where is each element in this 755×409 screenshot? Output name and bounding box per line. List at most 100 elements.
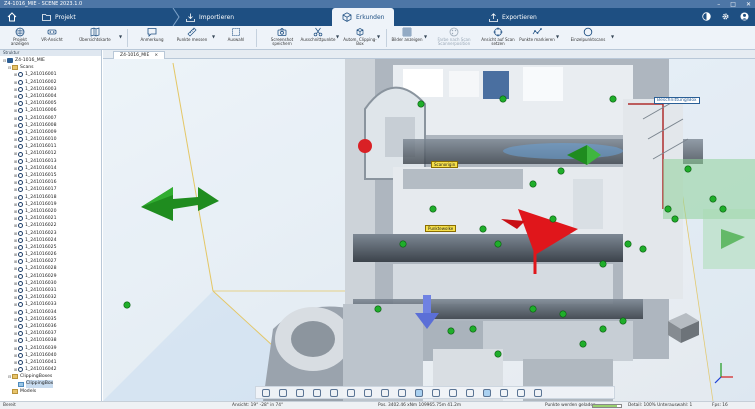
mark-points-button[interactable]: Punkte markieren xyxy=(519,27,555,49)
minimize-button[interactable]: – xyxy=(717,1,720,8)
scan-position-dot[interactable] xyxy=(639,245,647,253)
color-by-scan-button[interactable]: Farbe nach Scan Scannerposition xyxy=(432,27,476,49)
tree-item-scan[interactable]: ⊞ 1_241016003 xyxy=(2,86,101,93)
scan-position-dot[interactable] xyxy=(619,317,627,325)
tree-item-scan[interactable]: ⊞ 1_241016016 xyxy=(2,179,101,186)
navigation-mode-icon[interactable] xyxy=(262,388,270,397)
tree-item-scan[interactable]: ⊞ 1_241016036 xyxy=(2,323,101,330)
layers-icon[interactable] xyxy=(466,388,474,397)
tree-item-scan[interactable]: ⊞ 1_241016002 xyxy=(2,79,101,86)
clipping-toggle-icon[interactable] xyxy=(432,388,440,397)
zoom-icon[interactable] xyxy=(296,388,304,397)
theme-icon[interactable] xyxy=(702,12,711,21)
tree-item-clippingboxes[interactable]: ⊟ ClippingBoxes xyxy=(2,373,101,380)
scan-position-dot[interactable] xyxy=(123,301,131,309)
walk-mode-icon[interactable] xyxy=(279,388,287,397)
scan-position-dot[interactable] xyxy=(494,350,502,358)
rotate-icon[interactable] xyxy=(330,388,338,397)
close-window-button[interactable]: ✕ xyxy=(746,1,751,8)
tree-item-models[interactable]: Models xyxy=(2,388,101,395)
scan-position-dot[interactable] xyxy=(429,205,437,213)
tree-item-scan[interactable]: ⊞ 1_241016040 xyxy=(2,352,101,359)
tree-item-scan[interactable]: ⊞ 1_241016004 xyxy=(2,93,101,100)
chevron-down-icon[interactable]: ▼ xyxy=(424,34,427,39)
home-icon[interactable] xyxy=(6,11,18,23)
tree-item-scan[interactable]: ⊞ 1_241016005 xyxy=(2,100,101,107)
scan-position-dot[interactable] xyxy=(447,327,455,335)
view-tab[interactable]: Z4-1016_MIE × xyxy=(113,51,166,59)
save-screenshot-button[interactable]: Screenshot speichern xyxy=(266,27,298,49)
maximize-button[interactable]: □ xyxy=(730,1,736,8)
tree-item-scan[interactable]: ⊞ 1_241016034 xyxy=(2,309,101,316)
tree-item-scan[interactable]: ⊞ 1_241016020 xyxy=(2,208,101,215)
measure-points-button[interactable]: Punkte messen xyxy=(172,27,212,49)
half-view-icon[interactable] xyxy=(449,388,457,397)
tree-item-scan[interactable]: ⊞ 1_241016007 xyxy=(2,115,101,122)
tree-item-scan[interactable]: ⊞ 1_241016033 xyxy=(2,301,101,308)
scan-position-dot[interactable] xyxy=(599,260,607,268)
tree-item-scan[interactable]: ⊞ 1_241016011 xyxy=(2,143,101,150)
auto-clipping-box-button[interactable]: Autom. Clipping-Box xyxy=(343,27,377,49)
tree-item-scan[interactable]: ⊞ 1_241016012 xyxy=(2,150,101,157)
tree-item-scan[interactable]: ⊞ 1_241016014 xyxy=(2,165,101,172)
zoom-fit-icon[interactable] xyxy=(313,388,321,397)
color-mode-icon[interactable] xyxy=(517,388,525,397)
scan-position-dot[interactable] xyxy=(529,305,537,313)
scan-position-dot[interactable] xyxy=(469,325,477,333)
tree-item-scan[interactable]: ⊞ 1_241016037 xyxy=(2,330,101,337)
tree-item-scan[interactable]: ⊞ 1_241016013 xyxy=(2,158,101,165)
tree-item-scan[interactable]: ⊞ 1_241016018 xyxy=(2,194,101,201)
vr-view-button[interactable]: VR-Ansicht xyxy=(38,27,66,49)
chevron-down-icon[interactable]: ▼ xyxy=(377,34,380,39)
scan-position-dot[interactable] xyxy=(624,240,632,248)
close-icon[interactable]: × xyxy=(154,53,158,58)
tree-item-scan[interactable]: ⊞ 1_241016027 xyxy=(2,258,101,265)
perspective-icon[interactable] xyxy=(364,388,372,397)
annotation-tag[interactable]: Scanorigin xyxy=(431,161,459,168)
orbit-icon[interactable] xyxy=(347,388,355,397)
tree-item-scan[interactable]: ⊞ 1_241016017 xyxy=(2,186,101,193)
tree-item-scan[interactable]: ⊞ 1_241016019 xyxy=(2,201,101,208)
scan-position-dot[interactable] xyxy=(684,165,692,173)
overview-map-button[interactable]: Übersichtskarte xyxy=(72,27,118,49)
chevron-down-icon[interactable]: ▼ xyxy=(556,34,559,39)
tree-item-scan[interactable]: ⊞ 1_241016032 xyxy=(2,294,101,301)
view-cube-icon[interactable] xyxy=(415,388,423,397)
scan-position-dot[interactable] xyxy=(374,305,382,313)
tab-projekt[interactable]: Projekt xyxy=(42,8,76,26)
tree-item-scan[interactable]: ⊞ 1_241016001 xyxy=(2,71,101,78)
scan-position-dot[interactable] xyxy=(671,215,679,223)
clip-points-button[interactable]: Ausschnittpunkte xyxy=(300,27,336,49)
project-overview-button[interactable]: Projekt anzeigen xyxy=(4,27,36,49)
tree-item-scan[interactable]: ⊞ 1_241016029 xyxy=(2,273,101,280)
tree-item-project[interactable]: ⊟ Z4-1016_MIE xyxy=(2,57,101,64)
tree-item-scan[interactable]: ⊞ 1_241016022 xyxy=(2,222,101,229)
scan-position-dot[interactable] xyxy=(609,95,617,103)
gear-icon[interactable] xyxy=(721,12,730,21)
annotation-tag[interactable]: Punktewolke xyxy=(425,225,457,232)
point-size-icon[interactable] xyxy=(483,388,491,397)
tree-item-scan[interactable]: ⊞ 1_241016010 xyxy=(2,136,101,143)
tab-erkunden[interactable]: Erkunden xyxy=(332,8,395,26)
scan-position-dot[interactable] xyxy=(709,195,717,203)
scan-position-dot[interactable] xyxy=(557,167,565,175)
tree-item-scan[interactable]: ⊞ 1_241016038 xyxy=(2,337,101,344)
tree-item-scan[interactable]: ⊞ 1_241016015 xyxy=(2,172,101,179)
3d-viewport[interactable]: Beschnittung/Box Scanorigin Punktewolke xyxy=(103,59,755,401)
single-point-scans-button[interactable]: Einzelpunktscans xyxy=(566,27,610,49)
tree-item-scan[interactable]: ⊞ 1_241016021 xyxy=(2,215,101,222)
show-images-button[interactable]: Bilder anzeigen xyxy=(390,27,424,49)
tree-item-scan[interactable]: ⊞ 1_241016006 xyxy=(2,107,101,114)
tree-item-clippingbox[interactable]: ClippingBox xyxy=(2,380,101,388)
tab-exportieren[interactable]: Exportieren xyxy=(489,8,537,26)
tree-item-scan[interactable]: ⊞ 1_241016042 xyxy=(2,366,101,373)
tree-item-scan[interactable]: ⊞ 1_241016041 xyxy=(2,359,101,366)
tree-item-scan[interactable]: ⊞ 1_241016009 xyxy=(2,129,101,136)
tree-item-scan[interactable]: ⊞ 1_241016008 xyxy=(2,122,101,129)
scan-position-dot[interactable] xyxy=(479,225,487,233)
scan-position-dot[interactable] xyxy=(664,205,672,213)
scan-position-dot[interactable] xyxy=(599,325,607,333)
tree-item-scan[interactable]: ⊞ 1_241016023 xyxy=(2,230,101,237)
scan-position-dot[interactable] xyxy=(499,95,507,103)
chevron-down-icon[interactable]: ▼ xyxy=(611,34,614,39)
